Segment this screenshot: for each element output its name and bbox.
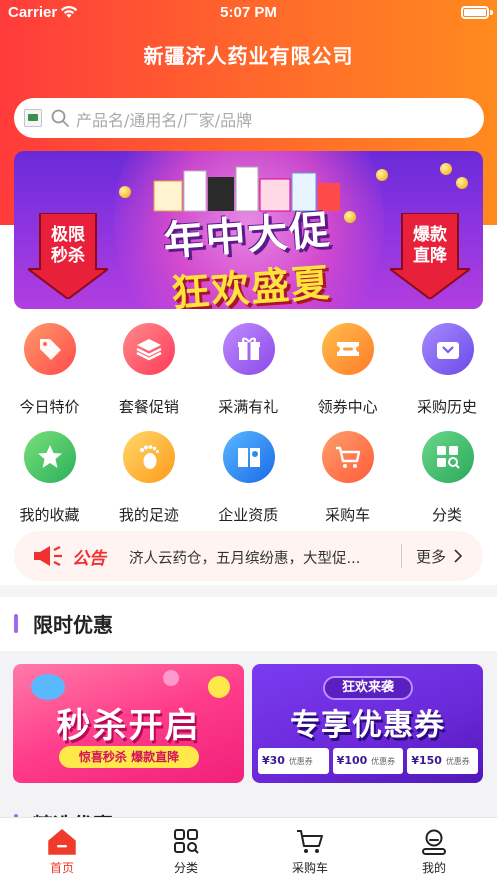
status-bar: Carrier 5:07 PM <box>0 0 497 26</box>
tab-label: 我的 <box>421 861 446 875</box>
cart-icon <box>322 431 375 483</box>
search-icon <box>51 109 69 127</box>
star-icon <box>24 431 76 483</box>
battery-tip <box>490 10 493 15</box>
menu-label: 今日特价 <box>19 398 80 416</box>
megaphone-icon <box>34 546 62 566</box>
profile-icon <box>422 829 446 855</box>
flash-sale-card[interactable]: 秒杀开启 惊喜秒杀 爆款直降 <box>13 664 244 783</box>
hot-drop-tag: 爆款 直降 <box>390 213 470 299</box>
promo-cards: 秒杀开启 惊喜秒杀 爆款直降 狂欢来袭 专享优惠券 ¥30 优惠券 ¥100 优… <box>0 651 497 817</box>
coupon-label: 优惠券 <box>371 757 396 766</box>
coupon-top-label: 狂欢来袭 <box>323 676 413 700</box>
notice-bar[interactable]: 公告 济人云药仓，五月缤纷惠，大型促... 更多 <box>14 531 483 581</box>
certificate-book-icon <box>222 431 275 483</box>
menu-item-footprint[interactable]: 我的足迹 <box>99 429 198 537</box>
coupon-amount: ¥100 <box>336 754 368 767</box>
menu-grid: 今日特价 套餐促销 采满有礼 领券中心 采购历史 我的收藏 我的足迹 企业资质 … <box>0 321 497 537</box>
menu-item-coupon-center[interactable]: 领券中心 <box>298 321 397 429</box>
menu-item-gift[interactable]: 采满有礼 <box>199 321 298 429</box>
balloon-decoration <box>31 674 65 700</box>
chevron-right-icon[interactable] <box>454 549 462 563</box>
home-icon <box>48 829 76 855</box>
category-grid-icon <box>421 431 474 483</box>
notice-more-link[interactable]: 更多 <box>416 546 446 567</box>
category-icon <box>174 829 199 854</box>
flash-sale-subtitle: 惊喜秒杀 爆款直降 <box>59 746 199 768</box>
page-title: 新疆济人药业有限公司 <box>143 44 354 68</box>
flash-deals-header: 限时优惠 <box>0 597 497 651</box>
menu-label: 采满有礼 <box>218 398 279 416</box>
menu-label: 企业资质 <box>218 506 279 524</box>
coupon-title: 专享优惠券 <box>290 708 445 743</box>
flash-sale-tag-text: 极限 秒杀 <box>51 225 85 266</box>
menu-item-qualification[interactable]: 企业资质 <box>199 429 298 537</box>
cart-icon <box>297 830 323 853</box>
coin-icon <box>440 163 452 175</box>
coin-icon <box>119 186 131 198</box>
coupon-amount: ¥30 <box>262 754 285 767</box>
battery-icon <box>461 6 489 19</box>
notice-text[interactable]: 济人云药仓，五月缤纷惠，大型促... <box>129 547 391 568</box>
ticket-icon <box>322 323 375 375</box>
section-accent-bar <box>14 614 18 633</box>
menu-item-daily-deals[interactable]: 今日特价 <box>0 321 99 429</box>
menu-item-cart[interactable]: 采购车 <box>298 429 397 537</box>
tab-profile[interactable]: 我的 <box>372 818 496 883</box>
gift-icon <box>222 323 275 375</box>
notice-divider <box>401 544 402 568</box>
menu-label: 领券中心 <box>317 398 378 416</box>
tab-label: 分类 <box>173 861 198 875</box>
bottom-tab-bar: 首页 分类 采购车 我的 <box>0 817 497 883</box>
tab-label: 首页 <box>49 861 74 875</box>
menu-item-category[interactable]: 分类 <box>398 429 497 537</box>
coin-icon <box>376 169 388 181</box>
coin-icon <box>456 177 468 189</box>
menu-label: 分类 <box>432 506 463 524</box>
history-bag-icon <box>421 323 474 375</box>
price-tag-icon <box>24 323 76 375</box>
coupon-row: ¥30 优惠券 ¥100 优惠券 ¥150 优惠券 <box>258 748 479 774</box>
clock: 5:07 PM <box>220 4 277 21</box>
menu-label: 我的收藏 <box>19 506 80 524</box>
coin-icon <box>344 211 356 223</box>
flash-sale-title: 秒杀开启 <box>56 706 201 746</box>
coupon-item: ¥30 优惠券 <box>258 748 329 774</box>
menu-label: 采购车 <box>325 506 371 524</box>
coupon-amount: ¥150 <box>411 754 442 767</box>
coupon-item: ¥150 优惠券 <box>407 748 479 774</box>
coupon-label: 优惠券 <box>288 757 313 766</box>
footprint-icon <box>123 431 176 483</box>
tab-category[interactable]: 分类 <box>124 818 248 883</box>
tab-cart[interactable]: 采购车 <box>248 818 372 883</box>
menu-item-package-promo[interactable]: 套餐促销 <box>99 321 198 429</box>
coupon-item: ¥100 优惠券 <box>332 748 404 774</box>
menu-label: 采购历史 <box>417 398 478 416</box>
tab-home[interactable]: 首页 <box>0 818 124 883</box>
menu-item-favorites[interactable]: 我的收藏 <box>0 429 99 537</box>
coupon-card[interactable]: 狂欢来袭 专享优惠券 ¥30 优惠券 ¥100 优惠券 ¥150 优惠券 <box>252 664 483 783</box>
company-logo-icon <box>24 109 42 127</box>
balloon-decoration <box>208 676 230 698</box>
search-bar[interactable]: 产品名/通用名/厂家/品牌 <box>14 98 484 138</box>
section-title: 限时优惠 <box>33 613 113 637</box>
layers-icon <box>123 323 176 375</box>
balloon-decoration <box>163 670 179 686</box>
promo-banner[interactable]: 年中大促 狂欢盛夏 极限 秒杀 爆款 直降 <box>14 151 483 309</box>
coupon-label: 优惠券 <box>445 757 470 766</box>
hot-drop-tag-text: 爆款 直降 <box>413 225 447 266</box>
menu-label: 套餐促销 <box>118 398 179 416</box>
tab-label: 采购车 <box>291 861 328 875</box>
menu-label: 我的足迹 <box>118 506 179 524</box>
menu-item-purchase-history[interactable]: 采购历史 <box>398 321 497 429</box>
search-input[interactable]: 产品名/通用名/厂家/品牌 <box>76 107 252 131</box>
notice-tag: 公告 <box>72 549 106 569</box>
flash-sale-tag: 极限 秒杀 <box>28 213 108 299</box>
